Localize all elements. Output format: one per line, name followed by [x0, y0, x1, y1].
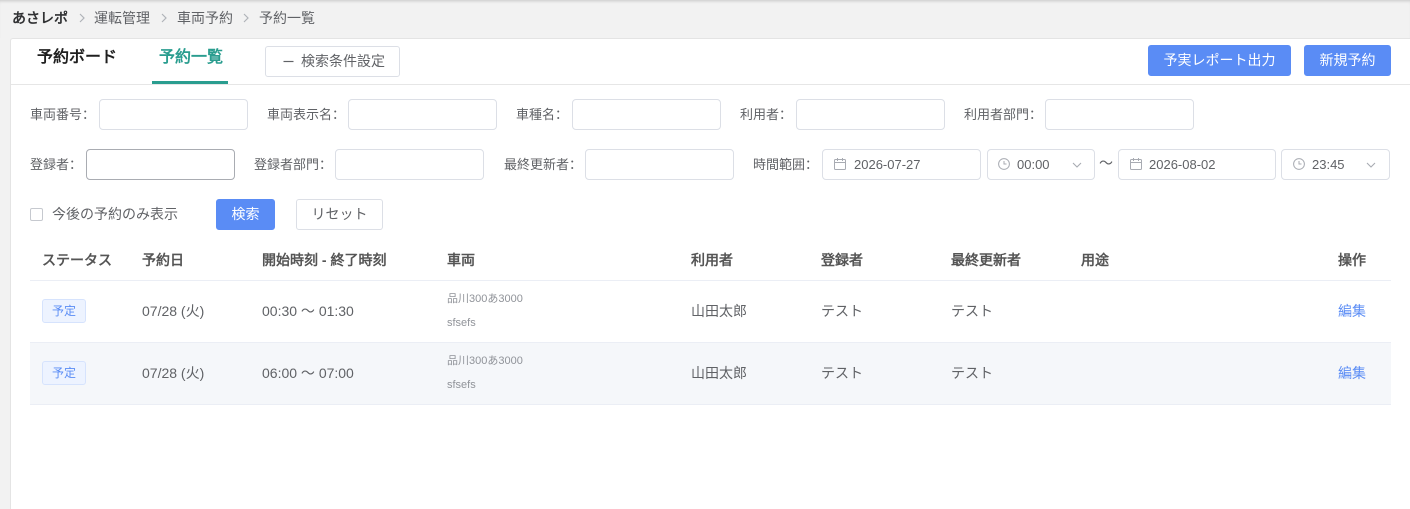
vehicle-display-name-label: 車両表示名： — [267, 107, 346, 122]
user-input[interactable] — [796, 99, 945, 130]
breadcrumb-item-vehicle-reservation[interactable]: 車両予約 — [177, 8, 233, 28]
top-bar: あさレポ 運転管理 車両予約 予約一覧 — [0, 0, 1410, 38]
status-badge: 予定 — [42, 361, 87, 385]
column-header-date: 予約日 — [130, 240, 250, 281]
time-cell: 06:00 〜 07:00 — [250, 342, 435, 405]
end-date-picker[interactable] — [1118, 149, 1276, 180]
column-header-status: ステータス — [30, 240, 130, 281]
export-report-button[interactable]: 予実レポート出力 — [1148, 45, 1291, 76]
vehicle-type-input[interactable] — [572, 99, 721, 130]
breadcrumb-item-operation[interactable]: 運転管理 — [94, 8, 150, 28]
header-divider — [11, 84, 1410, 85]
minus-icon — [283, 56, 294, 67]
user-cell: 山田太郎 — [679, 342, 809, 405]
edit-link[interactable]: 編集 — [1338, 303, 1366, 319]
new-reservation-button[interactable]: 新規予約 — [1304, 45, 1391, 76]
status-cell: 予定 — [30, 280, 130, 343]
date-cell: 07/28 (火) — [130, 342, 250, 405]
chevron-down-icon — [1366, 160, 1376, 170]
time-cell: 00:30 〜 01:30 — [250, 280, 435, 343]
column-header-actions: 操作 — [1326, 240, 1391, 281]
vehicle-name: sfsefs — [447, 317, 476, 329]
column-header-last-updater: 最終更新者 — [939, 240, 1069, 281]
clock-icon — [998, 158, 1010, 170]
vehicle-number-label: 車両番号： — [30, 107, 96, 122]
reset-button[interactable]: リセット — [296, 199, 383, 230]
last-updater-input[interactable] — [585, 149, 734, 180]
toggle-search-conditions-label: 検索条件設定 — [301, 53, 385, 69]
column-header-registrant: 登録者 — [809, 240, 939, 281]
last-updater-cell: テスト — [939, 342, 1069, 405]
registrant-department-label: 登録者部門： — [254, 157, 333, 172]
status-cell: 予定 — [30, 342, 130, 405]
start-date-input[interactable] — [854, 150, 969, 179]
user-department-label: 利用者部門： — [964, 107, 1043, 122]
vehicle-type-label: 車種名： — [516, 107, 569, 122]
start-time-select[interactable] — [987, 149, 1095, 180]
column-header-purpose: 用途 — [1069, 240, 1326, 281]
toggle-search-conditions-button[interactable]: 検索条件設定 — [265, 46, 400, 77]
chevron-right-icon — [78, 13, 86, 23]
column-header-user: 利用者 — [679, 240, 809, 281]
chevron-right-icon — [160, 13, 168, 23]
edit-link[interactable]: 編集 — [1338, 365, 1366, 381]
vehicle-display-name-input[interactable] — [348, 99, 497, 130]
end-time-select[interactable] — [1281, 149, 1390, 180]
date-cell: 07/28 (火) — [130, 280, 250, 343]
future-only-checkbox[interactable] — [30, 208, 43, 221]
tab-reservation-list[interactable]: 予約一覧 — [159, 47, 223, 69]
status-badge: 予定 — [42, 299, 87, 323]
chevron-down-icon — [1072, 160, 1082, 170]
registrant-department-input[interactable] — [335, 149, 484, 180]
table-row: 予定 07/28 (火) 00:30 〜 01:30 品川300あ3000 sf… — [30, 280, 1391, 343]
last-updater-cell: テスト — [939, 280, 1069, 343]
chevron-right-icon — [242, 13, 250, 23]
vehicle-cell: 品川300あ3000 sfsefs — [435, 280, 679, 343]
app-page: あさレポ 運転管理 車両予約 予約一覧 予約ボード 予約一覧 検索条件設定 予実… — [0, 0, 1410, 509]
calendar-icon — [834, 158, 846, 170]
time-range-label: 時間範囲： — [753, 157, 819, 172]
vehicle-name: sfsefs — [447, 379, 476, 391]
breadcrumb-item-current: 予約一覧 — [259, 10, 315, 26]
vehicle-number-input[interactable] — [99, 99, 248, 130]
future-only-label[interactable]: 今後の予約のみ表示 — [52, 204, 178, 224]
registrant-label: 登録者： — [30, 157, 83, 172]
start-date-picker[interactable] — [822, 149, 981, 180]
tab-reservation-board[interactable]: 予約ボード — [37, 47, 117, 69]
purpose-cell — [1069, 342, 1326, 405]
column-header-time: 開始時刻 - 終了時刻 — [250, 240, 435, 281]
purpose-cell — [1069, 280, 1326, 343]
user-label: 利用者： — [740, 107, 793, 122]
clock-icon — [1293, 158, 1305, 170]
column-header-vehicle: 車両 — [435, 240, 679, 281]
registrant-cell: テスト — [809, 342, 939, 405]
last-updater-label: 最終更新者： — [504, 157, 583, 172]
calendar-icon — [1130, 158, 1142, 170]
vehicle-plate: 品川300あ3000 — [447, 293, 523, 305]
time-range-separator: 〜 — [1099, 155, 1113, 171]
table-header-row: ステータス 予約日 開始時刻 - 終了時刻 車両 利用者 登録者 最終更新者 用… — [30, 240, 1391, 281]
actions-cell: 編集 — [1326, 342, 1391, 405]
reservation-table: ステータス 予約日 開始時刻 - 終了時刻 車両 利用者 登録者 最終更新者 用… — [30, 240, 1391, 405]
actions-cell: 編集 — [1326, 280, 1391, 343]
table-row: 予定 07/28 (火) 06:00 〜 07:00 品川300あ3000 sf… — [30, 342, 1391, 405]
user-cell: 山田太郎 — [679, 280, 809, 343]
end-time-value[interactable] — [1312, 150, 1362, 179]
registrant-input[interactable] — [86, 149, 235, 180]
vehicle-cell: 品川300あ3000 sfsefs — [435, 342, 679, 405]
user-department-input[interactable] — [1045, 99, 1194, 130]
end-date-input[interactable] — [1149, 150, 1264, 179]
search-button[interactable]: 検索 — [216, 199, 275, 230]
breadcrumb-item-home[interactable]: あさレポ — [12, 8, 68, 28]
registrant-cell: テスト — [809, 280, 939, 343]
start-time-value[interactable] — [1017, 150, 1067, 179]
vehicle-plate: 品川300あ3000 — [447, 355, 523, 367]
